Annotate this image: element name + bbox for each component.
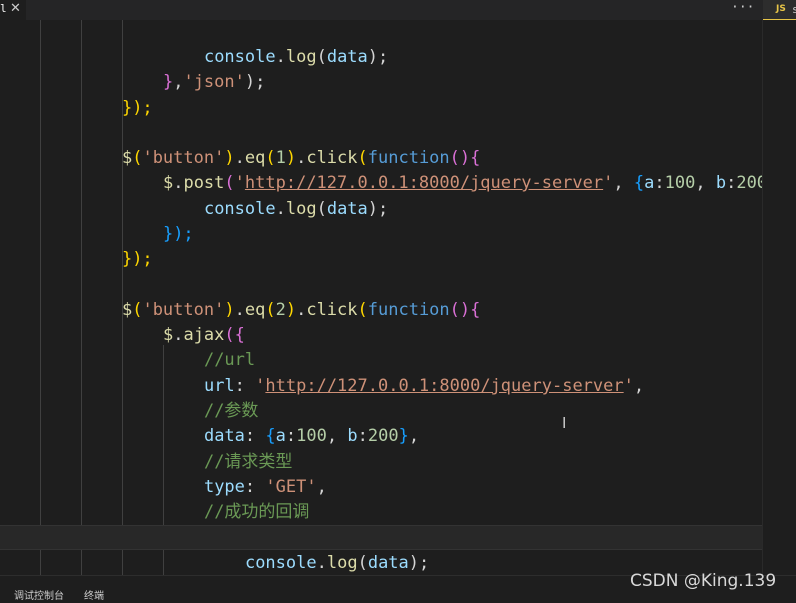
code-editor[interactable]: console.log(data); },'json'); }); $('but…: [0, 20, 762, 575]
code-line: $.post('http://127.0.0.1:8000/jquery-ser…: [162, 173, 762, 193]
code-line: console.log(data);: [244, 553, 430, 573]
code-line: $('button').eq(2).click(function(){: [121, 300, 481, 320]
minimap[interactable]: [762, 20, 796, 575]
close-icon[interactable]: ✕: [10, 1, 21, 16]
code-line: //请求类型: [203, 452, 293, 472]
watermark: CSDN @King.139: [630, 571, 777, 591]
tab-terminal[interactable]: 终端: [84, 587, 104, 602]
code-line: });: [162, 224, 194, 244]
tab-debug-console[interactable]: 调试控制台: [14, 587, 64, 602]
url-link[interactable]: http://127.0.0.1:8000/jquery-server: [265, 376, 623, 396]
code-line: success: function(data){: [163, 501, 451, 549]
text-cursor-icon: I: [562, 414, 567, 432]
code-line: //url: [203, 350, 256, 370]
editor-tab-js[interactable]: JS s: [763, 0, 796, 20]
code-line: console.log(data);: [203, 47, 389, 67]
active-editor-tab[interactable]: l ✕: [0, 0, 26, 20]
code-line: }: [163, 551, 214, 575]
code-line: console.log(data);: [203, 199, 389, 219]
code-line: });: [121, 249, 153, 269]
code-line: });: [121, 98, 153, 118]
code-line: type: 'GET',: [203, 477, 327, 497]
javascript-file-icon: JS: [776, 4, 786, 14]
code-line: //参数: [203, 401, 259, 421]
code-line: $.ajax({: [162, 325, 245, 345]
tab-label-fragment: s: [792, 3, 796, 16]
code-line: //成功的回调: [203, 502, 310, 522]
editor-tab-bar: l ✕ ··· JS s: [0, 0, 796, 20]
code-line: },'json');: [162, 72, 266, 92]
indent-guide: [40, 20, 41, 575]
code-line: data: {a:100, b:200},: [203, 426, 420, 446]
code-line: url: 'http://127.0.0.1:8000/jquery-serve…: [203, 376, 645, 396]
code-line: $('button').eq(1).click(function(){: [121, 148, 481, 168]
more-actions-icon[interactable]: ···: [731, 0, 754, 15]
tab-label-fragment: l: [0, 2, 7, 15]
